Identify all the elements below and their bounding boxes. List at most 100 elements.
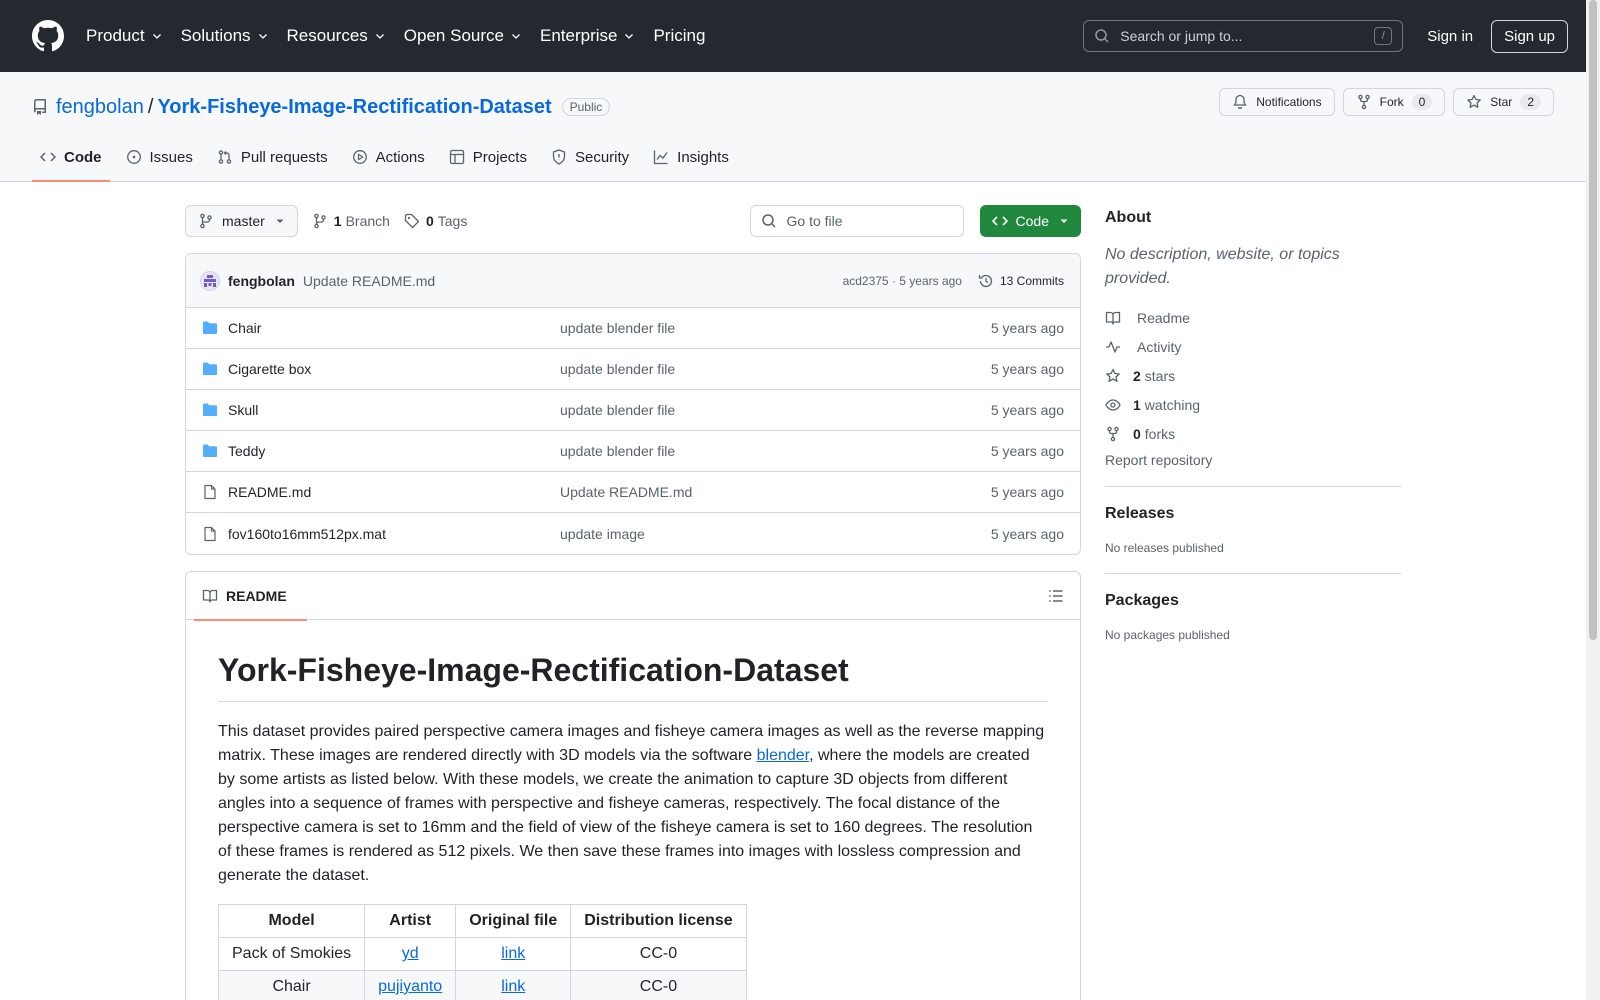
artist-table: Model Artist Original file Distribution … xyxy=(217,904,747,1000)
tab-issues[interactable]: Issues xyxy=(118,133,201,181)
releases-section: Releases No releases published xyxy=(1105,487,1401,574)
sign-in-link[interactable]: Sign in xyxy=(1427,28,1473,45)
blender-link[interactable]: blender xyxy=(757,747,810,764)
original-file-link[interactable]: link xyxy=(501,945,525,962)
nav-solutions[interactable]: Solutions xyxy=(181,26,269,46)
tag-count: 0 xyxy=(425,213,434,229)
file-row[interactable]: Cigarette box update blender file 5 year… xyxy=(186,349,1080,390)
releases-note: No releases published xyxy=(1105,541,1224,555)
commit-message[interactable]: Update README.md xyxy=(303,273,435,289)
commit-hash-time[interactable]: acd2375 · 5 years ago xyxy=(843,274,962,288)
fork-icon xyxy=(1107,426,1119,441)
star-icon xyxy=(1106,368,1120,382)
chevron-down-icon xyxy=(152,34,161,39)
file-row[interactable]: README.md Update README.md 5 years ago xyxy=(186,472,1080,513)
file-name[interactable]: Skull xyxy=(228,402,560,418)
file-row[interactable]: Teddy update blender file 5 years ago xyxy=(186,431,1080,472)
artist-link[interactable]: pujiyanto xyxy=(378,978,442,995)
chevron-down-icon xyxy=(625,34,634,39)
file-commit-message[interactable]: update blender file xyxy=(560,361,991,377)
fork-icon xyxy=(1357,94,1370,110)
tab-insights-label: Insights xyxy=(677,148,729,166)
nav-product-label: Product xyxy=(86,26,145,45)
file-name[interactable]: README.md xyxy=(228,484,560,500)
avatar[interactable] xyxy=(200,270,220,291)
nav-solutions-label: Solutions xyxy=(180,26,251,45)
sidebar-item-count: 1 xyxy=(1133,396,1141,413)
file-icon xyxy=(204,526,216,541)
sidebar-item-activity[interactable]: Activity xyxy=(1105,332,1401,361)
github-logo-icon[interactable] xyxy=(32,20,64,52)
file-commit-message[interactable]: update image xyxy=(560,526,991,542)
branches-link[interactable]: 1 Branch xyxy=(312,213,390,229)
tab-code[interactable]: Code xyxy=(32,133,110,182)
file-name[interactable]: Teddy xyxy=(228,443,560,459)
original-file-link[interactable]: link xyxy=(501,978,525,995)
nav-enterprise[interactable]: Enterprise xyxy=(540,26,635,46)
tab-insights[interactable]: Insights xyxy=(645,133,737,181)
file-row[interactable]: Skull update blender file 5 years ago xyxy=(186,390,1080,431)
about-description: No description, website, or topics provi… xyxy=(1105,246,1340,287)
sidebar-item-readme[interactable]: Readme xyxy=(1105,303,1401,332)
readme-tab[interactable]: README xyxy=(194,572,307,621)
file-row[interactable]: Chair update blender file 5 years ago xyxy=(186,308,1080,349)
go-to-file-input[interactable]: Go to file xyxy=(749,205,964,237)
pull-request-icon xyxy=(218,150,232,164)
tab-projects[interactable]: Projects xyxy=(441,133,535,181)
file-commit-message[interactable]: Update README.md xyxy=(560,484,991,500)
tags-link[interactable]: 0 Tags xyxy=(404,213,467,229)
tab-security[interactable]: Security xyxy=(543,133,637,181)
commits-history-link[interactable]: 13 Commits xyxy=(978,273,1064,289)
branch-name: master xyxy=(222,213,265,229)
play-icon xyxy=(352,150,367,164)
sidebar-item-stars[interactable]: 2 stars xyxy=(1105,361,1401,390)
notifications-button[interactable]: Notifications xyxy=(1219,88,1335,116)
star-button[interactable]: Star 2 xyxy=(1453,88,1554,116)
identicon-icon xyxy=(204,274,216,287)
packages-title[interactable]: Packages xyxy=(1105,592,1401,610)
file-commit-message[interactable]: update blender file xyxy=(560,443,991,459)
file-name[interactable]: Cigarette box xyxy=(228,361,560,377)
book-icon xyxy=(202,589,218,603)
folder-icon xyxy=(203,403,217,416)
repo-owner-link[interactable]: fengbolan xyxy=(56,96,144,119)
nav-resources[interactable]: Resources xyxy=(287,26,386,46)
tab-actions[interactable]: Actions xyxy=(344,133,433,181)
folder-icon xyxy=(203,444,217,457)
sidebar-item-watching[interactable]: 1 watching xyxy=(1105,390,1401,419)
notifications-label: Notifications xyxy=(1256,95,1322,109)
nav-open-source-label: Open Source xyxy=(403,26,504,45)
file-name[interactable]: fov160to16mm512px.mat xyxy=(228,526,560,542)
file-name[interactable]: Chair xyxy=(228,320,560,336)
commit-author[interactable]: fengbolan xyxy=(228,273,295,289)
nav-open-source[interactable]: Open Source xyxy=(404,26,522,46)
page-scrollbar[interactable] xyxy=(1586,0,1600,1000)
file-icon xyxy=(204,484,216,500)
fork-button[interactable]: Fork 0 xyxy=(1342,88,1446,116)
sidebar-item-label: forks xyxy=(1144,425,1176,442)
file-row[interactable]: fov160to16mm512px.mat update image 5 yea… xyxy=(186,513,1080,554)
nav-pricing[interactable]: Pricing xyxy=(653,26,705,46)
tab-pull-requests[interactable]: Pull requests xyxy=(209,133,336,181)
branch-icon xyxy=(200,213,212,229)
file-commit-message[interactable]: update blender file xyxy=(560,320,991,336)
repo-name-link[interactable]: York-Fisheye-Image-Rectification-Dataset xyxy=(157,96,551,119)
branch-selector[interactable]: master xyxy=(185,205,298,237)
global-search-input[interactable]: Search or jump to... / xyxy=(1083,20,1404,52)
readme-paragraph: This dataset provides paired perspective… xyxy=(218,720,1048,888)
report-repository-link[interactable]: Report repository xyxy=(1105,452,1401,487)
artist-link[interactable]: yd xyxy=(402,945,419,962)
file-commit-message[interactable]: update blender file xyxy=(560,402,991,418)
sign-up-button[interactable]: Sign up xyxy=(1491,19,1568,53)
tab-projects-label: Projects xyxy=(472,148,527,166)
sidebar-item-forks[interactable]: 0 forks xyxy=(1105,419,1401,448)
nav-product[interactable]: Product xyxy=(86,26,163,46)
star-count: 2 xyxy=(1520,94,1541,110)
code-dropdown-button[interactable]: Code xyxy=(979,205,1081,237)
repo-header: fengbolan / York-Fisheye-Image-Rectifica… xyxy=(0,72,1600,182)
code-icon xyxy=(991,216,1008,226)
releases-title[interactable]: Releases xyxy=(1105,505,1401,523)
list-icon[interactable] xyxy=(1048,588,1064,604)
table-icon xyxy=(449,149,464,165)
scrollbar-thumb[interactable] xyxy=(1589,0,1597,640)
